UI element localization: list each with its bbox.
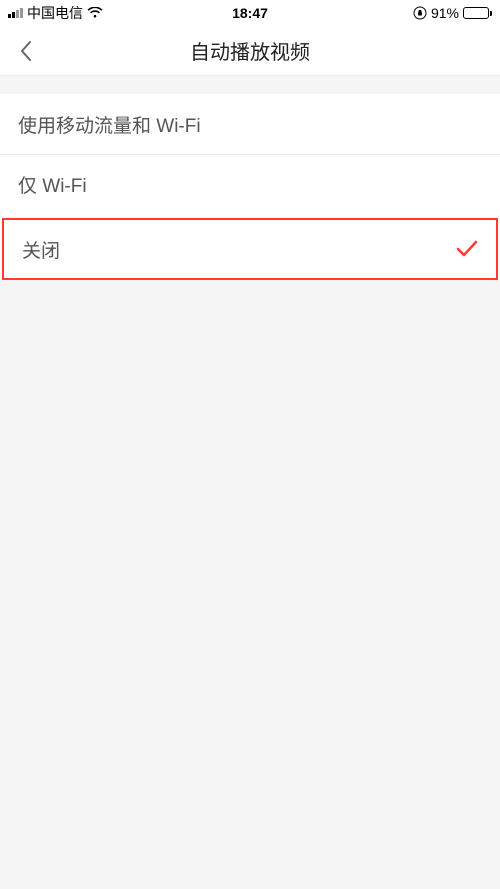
check-icon xyxy=(456,240,478,258)
option-label: 使用移动流量和 Wi-Fi xyxy=(18,111,201,138)
status-right: 91% xyxy=(413,5,492,21)
nav-bar: 自动播放视频 xyxy=(0,26,500,76)
option-wifi-only[interactable]: 仅 Wi-Fi xyxy=(0,154,500,214)
status-time: 18:47 xyxy=(232,5,268,21)
options-list: 使用移动流量和 Wi-Fi 仅 Wi-Fi 关闭 xyxy=(0,94,500,280)
status-bar: 中国电信 18:47 91% xyxy=(0,0,500,26)
orientation-lock-icon xyxy=(413,6,427,20)
option-mobile-and-wifi[interactable]: 使用移动流量和 Wi-Fi xyxy=(0,94,500,154)
wifi-icon xyxy=(87,7,103,19)
battery-pct-label: 91% xyxy=(431,5,459,21)
option-off[interactable]: 关闭 xyxy=(2,218,498,280)
back-button[interactable] xyxy=(12,37,40,65)
battery-icon xyxy=(463,7,492,19)
page-title: 自动播放视频 xyxy=(190,36,310,65)
option-label: 仅 Wi-Fi xyxy=(18,171,87,198)
status-left: 中国电信 xyxy=(8,3,103,23)
chevron-left-icon xyxy=(19,40,33,62)
signal-icon xyxy=(8,8,23,18)
carrier-label: 中国电信 xyxy=(27,3,83,23)
option-label: 关闭 xyxy=(22,236,60,263)
